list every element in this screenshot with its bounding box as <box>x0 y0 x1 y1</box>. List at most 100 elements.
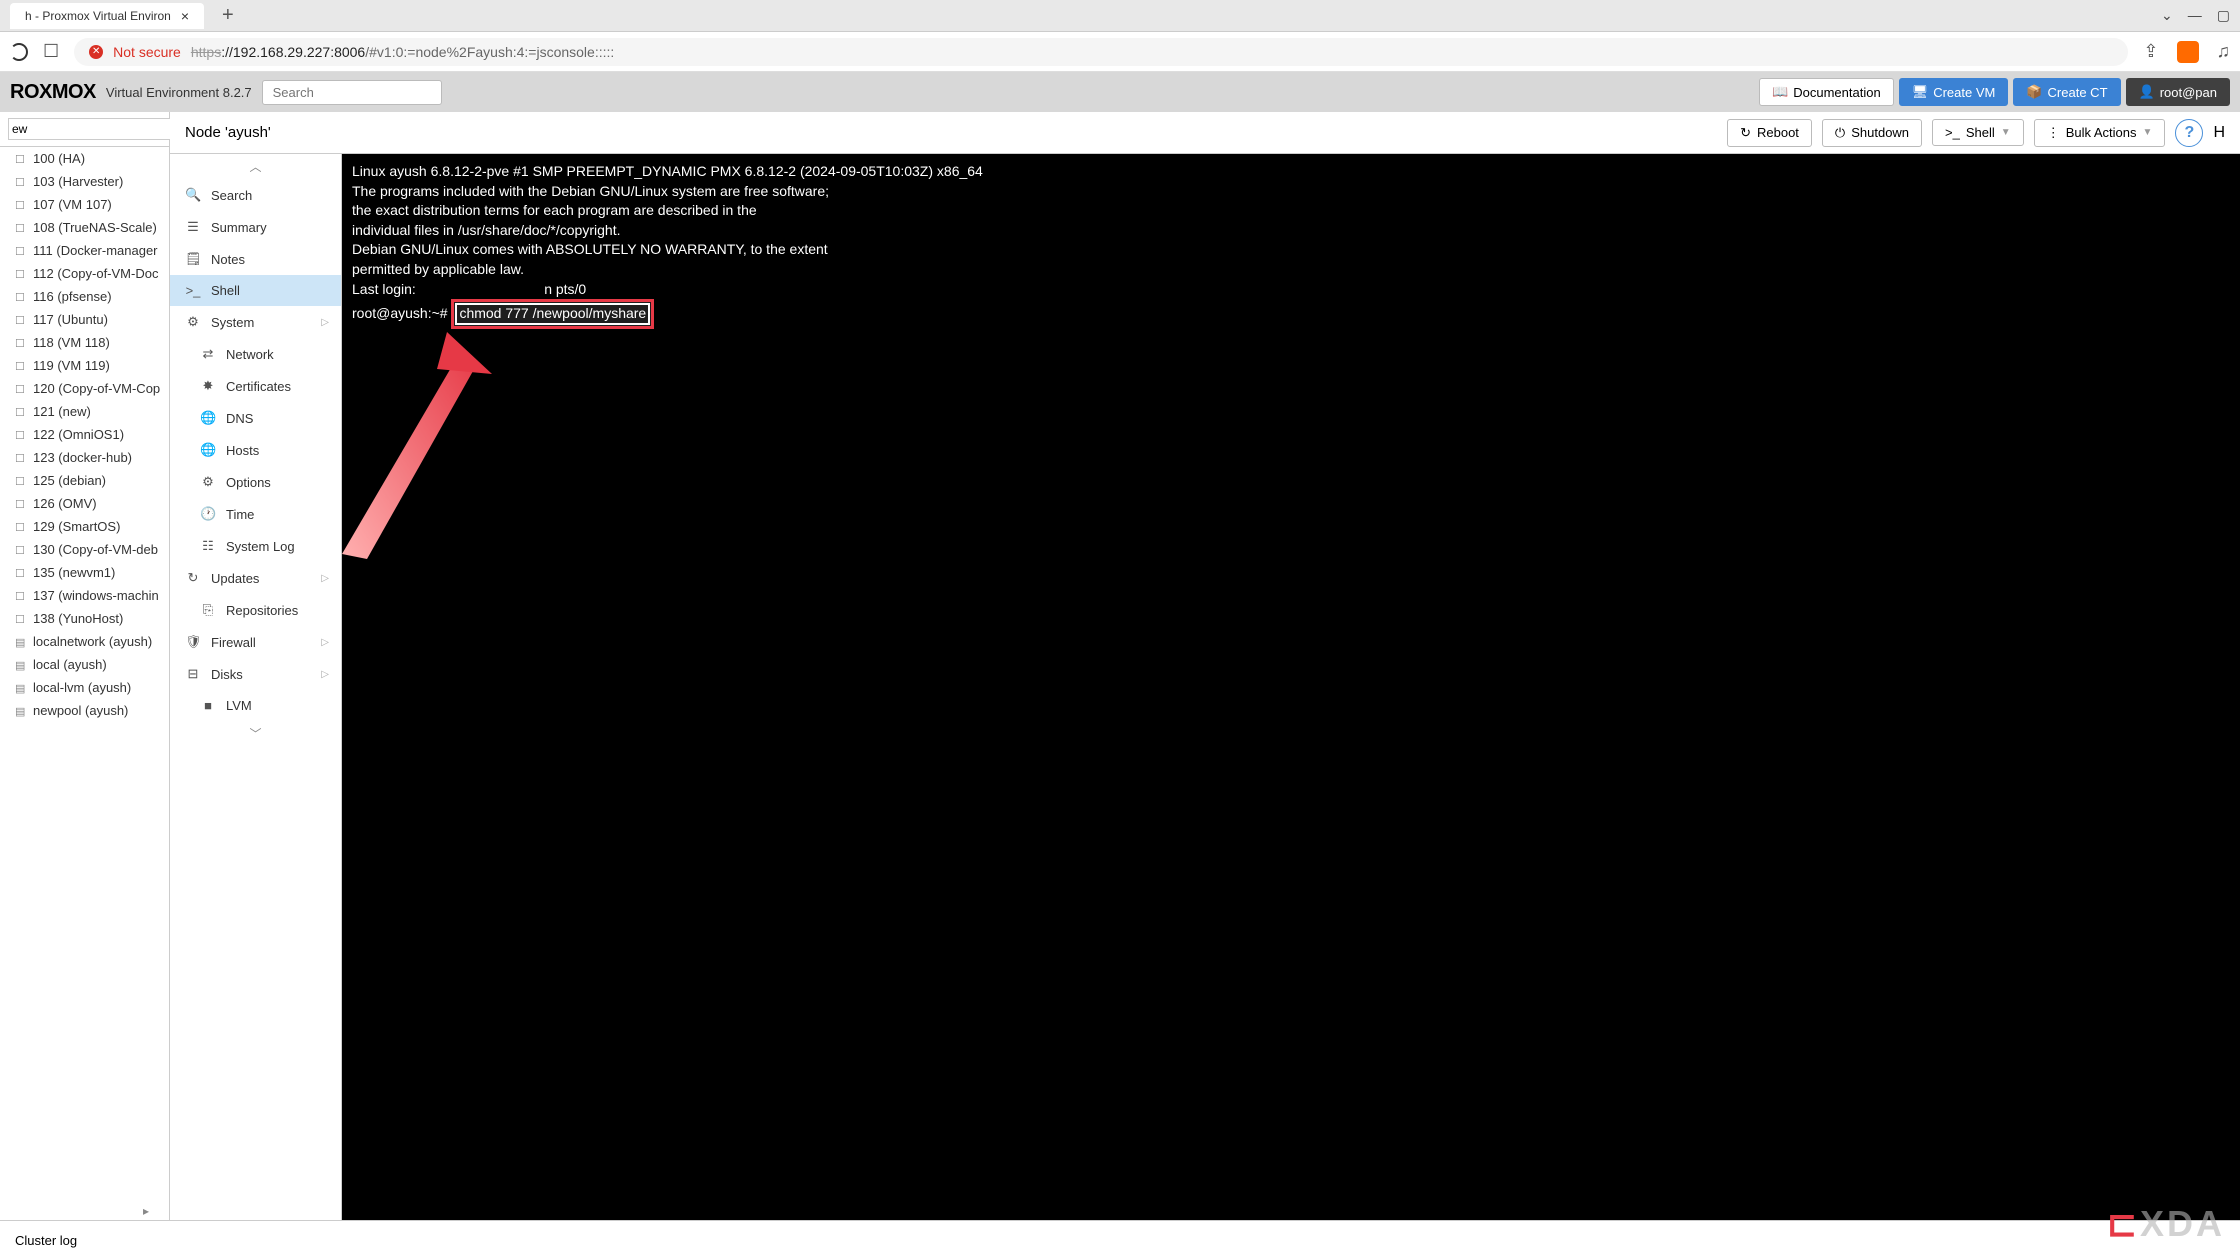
tree-item[interactable]: ☐122 (OmniOS1) <box>0 423 169 446</box>
dns-icon: 🌐 <box>200 410 216 426</box>
tree-item[interactable]: ☐117 (Ubuntu) <box>0 308 169 331</box>
tree-item[interactable]: ▤local-lvm (ayush) <box>0 676 169 699</box>
lvm-icon: ■ <box>200 698 216 713</box>
collapse-up-icon[interactable]: ︿ <box>170 154 341 179</box>
browser-right-icons: ⇪ ♫ <box>2143 41 2230 63</box>
tree-item[interactable]: ☐120 (Copy-of-VM-Cop <box>0 377 169 400</box>
brave-shield-icon[interactable] <box>2177 41 2199 63</box>
url-text: https://192.168.29.227:8006/#v1:0:=node%… <box>191 44 614 60</box>
tree-item[interactable]: ☐121 (new) <box>0 400 169 423</box>
tree-item[interactable]: ▤newpool (ayush) <box>0 699 169 722</box>
node-nav-panel: ︿ 🔍Search☰Summary🗒Notes>_Shell⚙System▷⇄N… <box>170 154 342 1220</box>
documentation-button[interactable]: 📖 Documentation <box>1759 78 1894 106</box>
terminal-line: Debian GNU/Linux comes with ABSOLUTELY N… <box>352 240 2230 260</box>
tree-item[interactable]: ☐112 (Copy-of-VM-Doc <box>0 262 169 285</box>
maximize-icon[interactable]: ▢ <box>2217 7 2230 24</box>
tree-item[interactable]: ☐118 (VM 118) <box>0 331 169 354</box>
create-vm-button[interactable]: 🖥 Create VM <box>1899 78 2009 106</box>
tree-item[interactable]: ☐138 (YunoHost) <box>0 607 169 630</box>
firewall-icon: 🛡 <box>185 634 201 650</box>
nav-item-system-log[interactable]: ☷System Log <box>170 530 341 562</box>
new-tab-button[interactable]: + <box>214 4 242 27</box>
nav-item-repositories[interactable]: ⎘Repositories <box>170 594 341 626</box>
user-button[interactable]: 👤 root@pan <box>2126 78 2230 106</box>
nav-item-hosts[interactable]: 🌐Hosts <box>170 434 341 466</box>
tree-item[interactable]: ☐129 (SmartOS) <box>0 515 169 538</box>
reboot-button[interactable]: ↻ Reboot <box>1727 119 1812 147</box>
resource-tree[interactable]: ☐100 (HA)☐103 (Harvester)☐107 (VM 107)☐1… <box>0 147 169 1202</box>
nav-item-options[interactable]: ⚙Options <box>170 466 341 498</box>
nav-item-disks[interactable]: ⊟Disks▷ <box>170 658 341 690</box>
tree-item[interactable]: ☐107 (VM 107) <box>0 193 169 216</box>
nav-item-search[interactable]: 🔍Search <box>170 179 341 211</box>
bulk-actions-button[interactable]: ⋮ Bulk Actions ▼ <box>2034 119 2166 147</box>
collapse-down-icon[interactable]: ﹀ <box>170 721 341 746</box>
nav-item-notes[interactable]: 🗒Notes <box>170 243 341 275</box>
window-controls: ⌄ ― ▢ <box>2161 7 2230 24</box>
tree-item[interactable]: ▤localnetwork (ayush) <box>0 630 169 653</box>
proxmox-logo: ROXMOX <box>10 81 96 104</box>
bookmark-icon[interactable]: ☐ <box>43 41 59 62</box>
nav-item-summary[interactable]: ☰Summary <box>170 211 341 243</box>
nav-item-lvm[interactable]: ■LVM <box>170 690 341 721</box>
nav-item-network[interactable]: ⇄Network <box>170 338 341 370</box>
not-secure-icon: ✕ <box>89 45 103 59</box>
browser-tab[interactable]: h - Proxmox Virtual Environ × <box>10 3 204 29</box>
tree-item[interactable]: ☐125 (debian) <box>0 469 169 492</box>
minimize-icon[interactable]: ― <box>2188 7 2202 24</box>
tree-item[interactable]: ☐108 (TrueNAS-Scale) <box>0 216 169 239</box>
tree-item[interactable]: ☐130 (Copy-of-VM-deb <box>0 538 169 561</box>
nav-item-certificates[interactable]: ✸Certificates <box>170 370 341 402</box>
chevron-down-icon[interactable]: ⌄ <box>2161 7 2173 24</box>
nav-item-firewall[interactable]: 🛡Firewall▷ <box>170 626 341 658</box>
certificates-icon: ✸ <box>200 378 216 394</box>
tree-item[interactable]: ☐135 (newvm1) <box>0 561 169 584</box>
proxmox-header: ROXMOX Virtual Environment 8.2.7 📖 Docum… <box>0 72 2240 112</box>
shutdown-button[interactable]: ⏻ Shutdown <box>1822 119 1922 147</box>
shell-terminal[interactable]: Linux ayush 6.8.12-2-pve #1 SMP PREEMPT_… <box>342 154 2240 1220</box>
time-icon: 🕐 <box>200 506 216 522</box>
create-ct-button[interactable]: 📦 Create CT <box>2013 78 2120 106</box>
share-icon[interactable]: ⇪ <box>2143 41 2158 62</box>
tree-item[interactable]: ☐119 (VM 119) <box>0 354 169 377</box>
chevron-right-icon: ▷ <box>321 669 329 680</box>
resource-tree-panel: ▼ ⚙ ☐100 (HA)☐103 (Harvester)☐107 (VM 10… <box>0 112 170 1220</box>
highlighted-command: chmod 777 /newpool/myshare <box>451 299 654 329</box>
cluster-log-tab[interactable]: Cluster log <box>15 1233 77 1248</box>
bottom-panel: Cluster log <box>0 1220 2240 1260</box>
tree-item[interactable]: ☐103 (Harvester) <box>0 170 169 193</box>
search-input[interactable] <box>262 80 442 105</box>
terminal-line: The programs included with the Debian GN… <box>352 182 2230 202</box>
node-panel: Node 'ayush' ↻ Reboot ⏻ Shutdown >_ Shel… <box>170 112 2240 1220</box>
close-tab-icon[interactable]: × <box>181 8 189 24</box>
help-button[interactable]: ? <box>2175 119 2203 147</box>
terminal-line: the exact distribution terms for each pr… <box>352 201 2230 221</box>
tree-item[interactable]: ☐126 (OMV) <box>0 492 169 515</box>
system log-icon: ☷ <box>200 538 216 554</box>
tree-item[interactable]: ☐116 (pfsense) <box>0 285 169 308</box>
view-dropdown[interactable] <box>8 118 171 140</box>
scroll-right-icon[interactable]: ▸ <box>0 1202 169 1220</box>
nav-item-dns[interactable]: 🌐DNS <box>170 402 341 434</box>
shell-button[interactable]: >_ Shell ▼ <box>1932 119 2024 146</box>
tree-item[interactable]: ☐123 (docker-hub) <box>0 446 169 469</box>
nav-item-time[interactable]: 🕐Time <box>170 498 341 530</box>
tree-item[interactable]: ☐111 (Docker-manager <box>0 239 169 262</box>
address-bar: ☐ ✕ Not secure https://192.168.29.227:80… <box>0 32 2240 72</box>
tree-item[interactable]: ☐137 (windows-machin <box>0 584 169 607</box>
options-icon: ⚙ <box>200 474 216 490</box>
terminal-line: Linux ayush 6.8.12-2-pve #1 SMP PREEMPT_… <box>352 162 2230 182</box>
chevron-right-icon: ▷ <box>321 573 329 584</box>
nav-item-updates[interactable]: ↻Updates▷ <box>170 562 341 594</box>
nav-item-system[interactable]: ⚙System▷ <box>170 306 341 338</box>
music-icon[interactable]: ♫ <box>2217 41 2231 62</box>
tree-item[interactable]: ▤local (ayush) <box>0 653 169 676</box>
terminal-prompt-line: root@ayush:~# chmod 777 /newpool/myshare <box>352 299 2230 329</box>
tree-item[interactable]: ☐100 (HA) <box>0 147 169 170</box>
notes-icon: 🗒 <box>185 251 201 267</box>
nav-item-shell[interactable]: >_Shell <box>170 275 341 306</box>
refresh-icon[interactable] <box>10 43 28 61</box>
url-bar[interactable]: ✕ Not secure https://192.168.29.227:8006… <box>74 38 2128 66</box>
not-secure-label: Not secure <box>113 44 181 60</box>
search-icon: 🔍 <box>185 187 201 203</box>
